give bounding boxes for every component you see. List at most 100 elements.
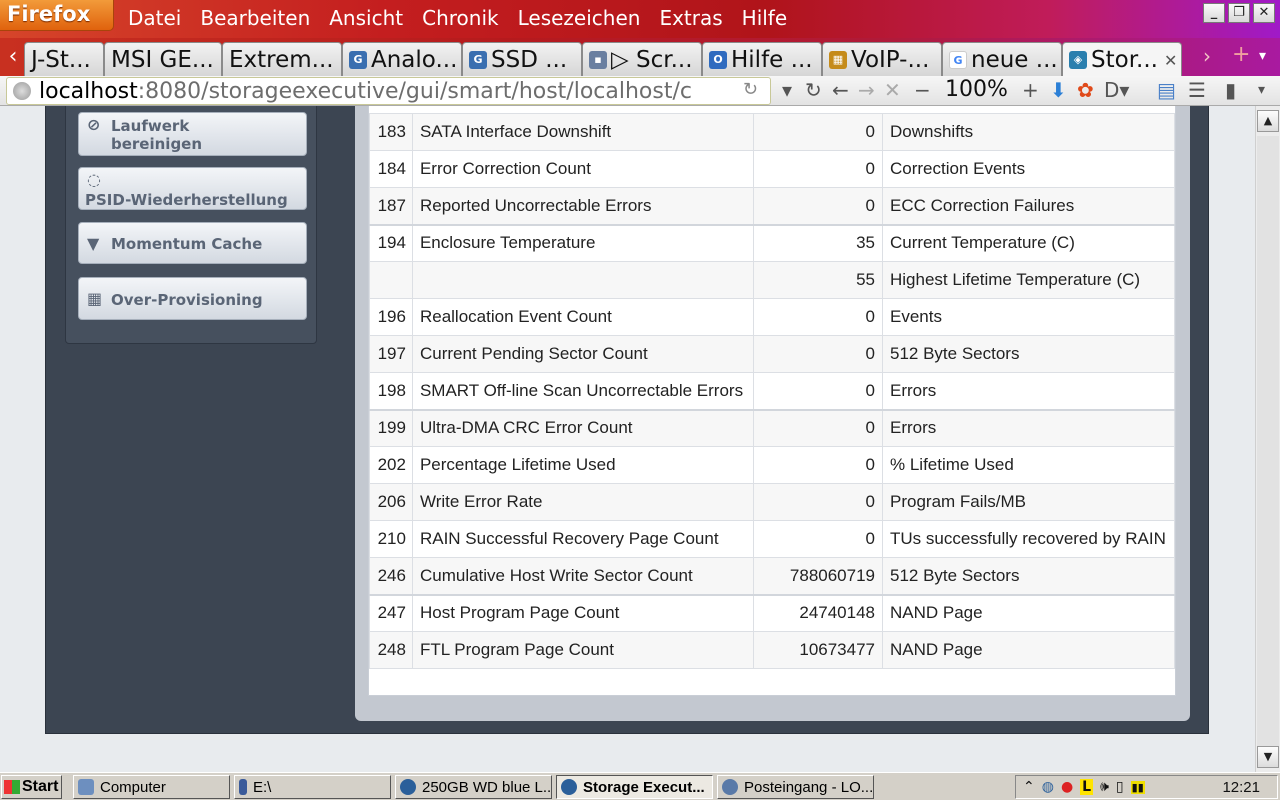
attribute-unit: Errors <box>882 408 1175 447</box>
menu-extras[interactable]: Extras <box>659 6 722 30</box>
close-tab-icon[interactable]: ✕ <box>1164 51 1177 70</box>
url-reload-icon[interactable]: ↻ <box>743 79 758 100</box>
windows-logo-icon <box>4 780 20 794</box>
sidebar-button-label: Momentum Cache <box>111 235 263 253</box>
l-app-icon[interactable]: L <box>1080 779 1094 795</box>
restore-icon[interactable]: ❐ <box>1228 3 1250 23</box>
attribute-unit: Program Fails/MB <box>882 483 1175 521</box>
addon-icon[interactable]: ✿ <box>1077 78 1094 102</box>
device-icon[interactable]: ▯ <box>1116 779 1124 795</box>
tab[interactable]: O Hilfe ... <box>702 42 822 76</box>
site-identity-icon[interactable] <box>13 82 31 100</box>
addon-dropdown-icon[interactable]: D▾ <box>1104 78 1129 102</box>
new-tab-icon[interactable]: + <box>1232 42 1250 67</box>
scroll-up-icon[interactable]: ▲ <box>1257 110 1279 132</box>
attribute-unit: % Lifetime Used <box>882 446 1175 484</box>
url-dropdown-icon[interactable]: ▾ <box>782 78 792 102</box>
forward-icon[interactable]: → <box>858 78 875 102</box>
zoom-out-icon[interactable]: − <box>914 78 931 102</box>
sanitize-drive-button[interactable]: ⊘ Laufwerk bereinigen <box>78 112 307 156</box>
menu-chronik[interactable]: Chronik <box>422 6 498 30</box>
psid-revert-button[interactable]: ◌ PSID-Wiederherstellung <box>78 167 307 210</box>
taskbar-item-label: Posteingang - LO... <box>744 778 874 796</box>
attribute-name: Error Correction Count <box>411 150 754 188</box>
sidebar-button-label: PSID-Wiederherstellung <box>85 191 288 209</box>
attribute-name: Reported Uncorrectable Errors <box>411 187 754 225</box>
tab[interactable]: ▪ ▷ Scr... <box>582 42 702 76</box>
tab[interactable]: MSI GE... <box>104 42 222 76</box>
tab[interactable]: ▦ VoIP-... <box>822 42 942 76</box>
record-icon[interactable]: ● <box>1061 779 1073 795</box>
tab-label: VoIP-... <box>851 46 930 73</box>
tab-scroll-right-icon[interactable]: › <box>1203 44 1211 68</box>
zoom-in-icon[interactable]: + <box>1022 78 1039 102</box>
tab[interactable]: J-St... <box>24 42 104 76</box>
zoom-level[interactable]: 100% <box>945 77 1008 102</box>
attribute-id <box>369 261 413 299</box>
firefox-menu-button[interactable]: Firefox <box>0 0 114 31</box>
tab[interactable]: G Analo... <box>342 42 462 76</box>
start-button[interactable]: Start <box>1 775 62 799</box>
menu-bearbeiten[interactable]: Bearbeiten <box>200 6 310 30</box>
favicon-icon: O <box>709 50 727 69</box>
attribute-unit: Highest Lifetime Temperature (C) <box>882 261 1175 299</box>
tab[interactable]: G SSD ... <box>462 42 582 76</box>
table-row: 206 Write Error Rate 0 Program Fails/MB <box>369 483 1175 521</box>
menu-icon[interactable]: ☰ <box>1188 78 1206 102</box>
menu-ansicht[interactable]: Ansicht <box>329 6 403 30</box>
back-icon[interactable]: ← <box>832 78 849 102</box>
url-host: localhost <box>39 78 138 104</box>
scroll-down-icon[interactable]: ▼ <box>1257 746 1279 768</box>
sidebar-button-label: Over-Provisioning <box>111 291 263 309</box>
attribute-value: 0 <box>752 335 884 373</box>
battery-icon[interactable]: ▮▮ <box>1130 780 1145 794</box>
menu-hilfe[interactable]: Hilfe <box>742 6 788 30</box>
attribute-id: 198 <box>369 372 413 410</box>
table-row: 196 Reallocation Event Count 0 Events <box>369 298 1175 336</box>
tab[interactable]: Extrem... <box>222 42 342 76</box>
menu-bar: Datei Bearbeiten Ansicht Chronik Lesezei… <box>128 6 806 30</box>
overflow-dropdown-icon[interactable]: ▾ <box>1258 82 1265 98</box>
page-icon[interactable]: ▤ <box>1157 78 1176 102</box>
attribute-id: 206 <box>369 483 413 521</box>
smart-attributes-table: 183 SATA Interface Downshift 0 Downshifts 18… <box>369 113 1175 669</box>
clock: 12:21 <box>1222 778 1260 796</box>
minimize-icon[interactable]: _ <box>1203 3 1225 23</box>
clipboard-icon[interactable]: ▮ <box>1225 78 1236 102</box>
attribute-value: 0 <box>752 113 884 151</box>
taskbar-item[interactable]: 250GB WD blue L... <box>395 775 552 799</box>
tab-active[interactable]: ◈ Stor... ✕ <box>1062 42 1182 77</box>
vertical-scrollbar[interactable]: ▲ ▼ <box>1255 106 1280 772</box>
taskbar-item[interactable]: Computer <box>73 775 230 799</box>
table-row: 184 Error Correction Count 0 Correction Eve… <box>369 150 1175 188</box>
tab[interactable]: Gneue ... <box>942 42 1062 76</box>
download-icon[interactable]: ⬇ <box>1050 78 1067 102</box>
taskbar-item-active[interactable]: Storage Execut... <box>556 775 713 799</box>
menu-datei[interactable]: Datei <box>128 6 181 30</box>
menu-lesezeichen[interactable]: Lesezeichen <box>518 6 641 30</box>
scrollbar-thumb[interactable] <box>1257 136 1279 746</box>
attribute-unit: NAND Page <box>882 593 1175 632</box>
attribute-name: Current Pending Sector Count <box>411 335 754 373</box>
close-icon[interactable]: ✕ <box>1253 3 1275 23</box>
tray-expand-icon[interactable]: ⌃ <box>1023 779 1035 795</box>
momentum-cache-button[interactable]: ▼ Momentum Cache <box>78 222 307 264</box>
tab-scroll-left-icon[interactable]: ‹ <box>0 42 26 74</box>
taskbar-item[interactable]: E:\ <box>234 775 391 799</box>
attribute-name: SATA Interface Downshift <box>411 113 754 151</box>
url-bar[interactable]: localhost:8080/storageexecutive/gui/smar… <box>6 77 771 105</box>
attribute-id: 248 <box>369 631 413 669</box>
attribute-name: RAIN Successful Recovery Page Count <box>411 520 754 558</box>
tab-bar: ‹ J-St... MSI GE... Extrem... G Analo... … <box>0 38 1280 77</box>
reload-icon[interactable]: ↻ <box>805 78 822 102</box>
attribute-value: 0 <box>752 483 884 521</box>
stop-icon[interactable]: ✕ <box>884 78 901 102</box>
attribute-name: Ultra-DMA CRC Error Count <box>411 408 754 447</box>
taskbar-item[interactable]: Posteingang - LO... <box>717 775 874 799</box>
tab-list-icon[interactable]: ▾ <box>1259 48 1266 64</box>
over-provisioning-button[interactable]: ▦ Over-Provisioning <box>78 277 307 320</box>
volume-icon[interactable]: 🕪 <box>1100 779 1109 795</box>
tab-label: ▷ Scr... <box>611 46 693 73</box>
network-icon[interactable]: ◍ <box>1042 779 1054 795</box>
sidebar: ⊘ Laufwerk bereinigen ◌ PSID-Wiederherst… <box>65 106 317 344</box>
